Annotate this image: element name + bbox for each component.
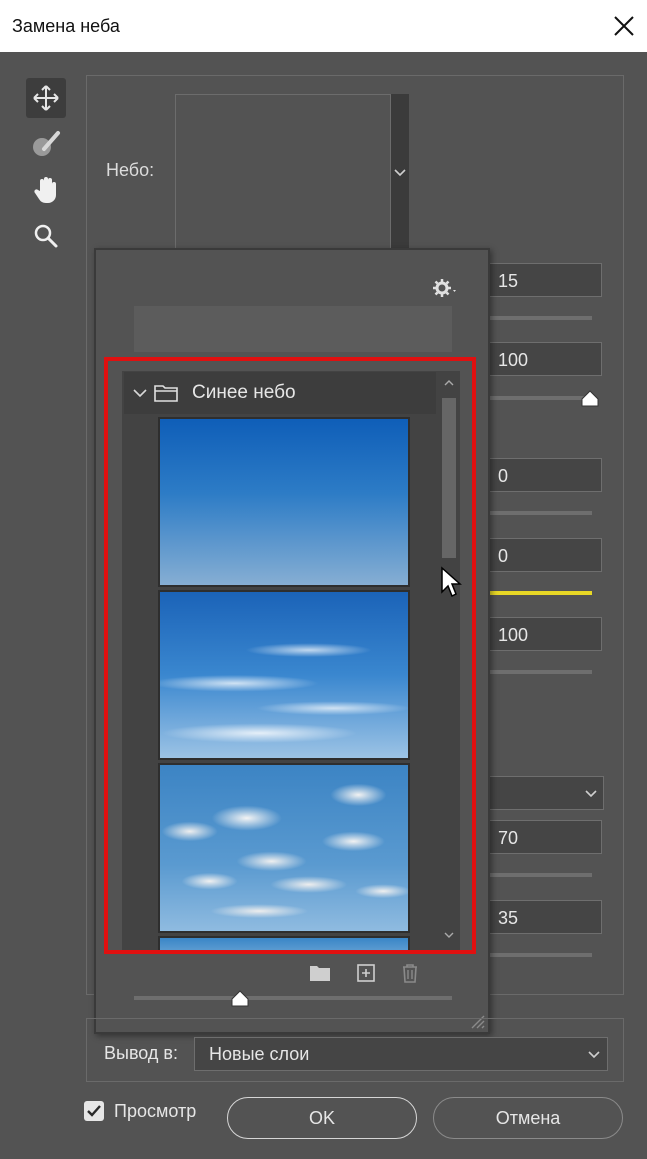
highlight-box: [104, 357, 476, 954]
temperature-slider[interactable]: [490, 591, 592, 595]
color-adjust-slider[interactable]: [490, 953, 592, 957]
magnifier-icon: [34, 224, 58, 248]
lighting-adjust-field[interactable]: 70: [490, 820, 602, 854]
trash-icon[interactable]: [398, 962, 422, 984]
chevron-down-icon: [394, 169, 406, 177]
window-title: Замена неба: [12, 16, 120, 36]
color-adjust-field[interactable]: 35: [490, 900, 602, 934]
lighting-mode-dropdown[interactable]: [488, 776, 604, 810]
output-select[interactable]: Новые слои: [194, 1037, 608, 1071]
lighting-adjust-slider[interactable]: [490, 873, 592, 877]
checkmark-icon: [87, 1105, 101, 1117]
shift-edge-slider[interactable]: [490, 316, 592, 320]
output-label: Вывод в:: [104, 1043, 178, 1063]
hand-icon: [34, 177, 56, 204]
sky-brush-tool[interactable]: [26, 124, 66, 164]
brightness-slider[interactable]: [490, 511, 592, 515]
sky-brush-icon: [33, 131, 60, 156]
zoom-tool[interactable]: [26, 216, 66, 256]
sky-dropdown-button[interactable]: [391, 94, 409, 252]
brightness-field[interactable]: 0: [490, 458, 602, 492]
output-selected-value: Новые слои: [209, 1044, 310, 1064]
sky-search-bar[interactable]: [134, 306, 452, 352]
fade-edge-field[interactable]: 100: [490, 342, 602, 376]
preview-checkbox[interactable]: [84, 1101, 104, 1121]
cancel-button[interactable]: Отмена: [433, 1097, 623, 1139]
thumbnail-size-slider[interactable]: [134, 996, 452, 1000]
fade-edge-slider[interactable]: [490, 396, 592, 400]
scale-field[interactable]: 100: [490, 617, 602, 651]
ok-button[interactable]: OK: [227, 1097, 417, 1139]
sky-label: Небо:: [106, 160, 155, 180]
sky-preview-thumbnail[interactable]: [175, 94, 391, 252]
close-icon[interactable]: [608, 10, 640, 42]
temperature-field[interactable]: 0: [490, 538, 602, 572]
chevron-down-icon: [585, 790, 597, 798]
slider-knob-icon[interactable]: [580, 390, 600, 408]
new-folder-icon[interactable]: [308, 962, 332, 984]
gear-icon[interactable]: [432, 276, 460, 300]
slider-knob-icon[interactable]: [230, 990, 250, 1008]
preview-label: Просмотр: [114, 1101, 197, 1121]
move-tool[interactable]: [26, 78, 66, 118]
title-bar: Замена неба: [0, 0, 647, 52]
shift-edge-field[interactable]: 15: [490, 263, 602, 297]
hand-tool[interactable]: [26, 170, 66, 210]
chevron-down-icon: [588, 1051, 600, 1059]
scale-slider[interactable]: [490, 670, 592, 674]
add-sky-icon[interactable]: [354, 962, 378, 984]
move-icon: [33, 85, 59, 111]
mouse-cursor-icon: [441, 566, 462, 598]
